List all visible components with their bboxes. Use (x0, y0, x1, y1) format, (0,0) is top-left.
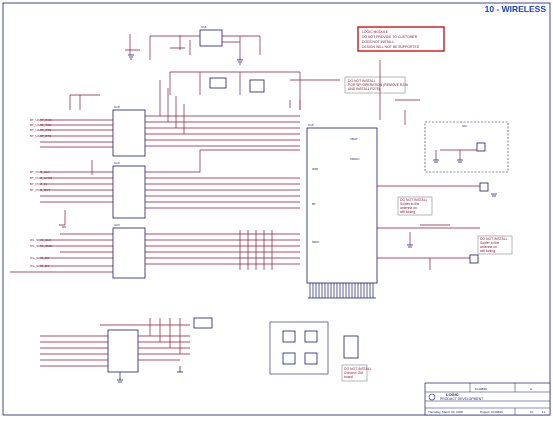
ldo-ref: U16 (201, 25, 207, 29)
svg-text:U15: U15 (308, 123, 314, 127)
svg-text:Thursday, March 20, 2008: Thursday, March 20, 2008 (428, 410, 463, 414)
svg-text:WIFI: WIFI (312, 167, 318, 171)
svg-text:BT_UART_RXD: BT_UART_RXD (30, 118, 52, 122)
buffer-chip-3: U20 (112, 223, 146, 279)
svg-text:BT_UART_RTS: BT_UART_RTS (30, 134, 51, 138)
svg-text:BT_PCM_CLK: BT_PCM_CLK (30, 170, 50, 174)
svg-text:BT_PCM_OUT: BT_PCM_OUT (30, 188, 50, 192)
svg-text:SM: SM (462, 124, 467, 128)
svg-text:WL_SDIO_CLK: WL_SDIO_CLK (30, 238, 51, 242)
bus-wires (145, 80, 300, 270)
dept-name: PRODUCT DEVELOPMENT (440, 397, 483, 401)
left-nets (10, 94, 113, 273)
title-block: LOGIC PRODUCT DEVELOPMENT 1019890 A Thur… (424, 382, 551, 416)
schematic-canvas: 10 - WIRELESS U16 LOGIC MODULE DO NOT PR… (2, 2, 551, 416)
svg-text:DOES NOT INSTALL: DOES NOT INSTALL (362, 40, 394, 44)
svg-text:wifi tuning: wifi tuning (480, 249, 495, 253)
svg-text:DO NOT PROVIDE TO CUSTOMER: DO NOT PROVIDE TO CUSTOMER (362, 35, 418, 39)
note-bottom: DO NOT INSTALL Connect OM board (341, 364, 372, 382)
svg-text:U19: U19 (114, 161, 120, 165)
svg-text:BT_UART_TXD: BT_UART_TXD (30, 123, 52, 127)
svg-text:A: A (530, 387, 532, 391)
svg-text:BT_PCM_IN: BT_PCM_IN (30, 182, 47, 186)
svg-text:WL_SDIO_D0: WL_SDIO_D0 (30, 256, 49, 260)
power-section: U16 (125, 25, 261, 65)
note-top-right: DO NOT INSTALL FOR SPI OPERATION (REMOVE… (344, 76, 408, 94)
callout-red: LOGIC MODULE DO NOT PROVIDE TO CUSTOMER … (357, 26, 445, 52)
svg-text:VDDIO: VDDIO (350, 157, 360, 161)
svg-text:WL_SDIO_CMD: WL_SDIO_CMD (30, 244, 53, 248)
svg-text:10: 10 (530, 410, 534, 414)
antenna-box (424, 121, 509, 173)
svg-text:BT_PCM_SYNC: BT_PCM_SYNC (30, 176, 53, 180)
sheet-border (2, 2, 551, 416)
svg-text:wifi tuning: wifi tuning (400, 210, 415, 214)
svg-text:VBAT: VBAT (350, 137, 358, 141)
buffer-chip-2: U19 (112, 161, 146, 219)
svg-text:1019890: 1019890 (475, 387, 487, 391)
svg-text:11: 11 (542, 410, 545, 414)
svg-text:U18: U18 (114, 105, 120, 109)
left-net-labels: BT_UART_RXD BT_UART_TXD BT_UART_CTS BT_U… (30, 118, 53, 268)
bottom-left-chip (40, 317, 213, 383)
page-title: 10 - WIRELESS (485, 4, 547, 14)
svg-text:U20: U20 (114, 223, 120, 227)
svg-text:WL_SDIO_D1: WL_SDIO_D1 (30, 264, 49, 268)
buffer-chip-1: U18 (112, 105, 146, 157)
svg-text:SDIO: SDIO (312, 240, 320, 244)
svg-text:LOGIC MODULE: LOGIC MODULE (362, 30, 389, 34)
svg-text:board: board (344, 375, 353, 379)
svg-text:DESIGN WILL NOT BE SUPPORTED: DESIGN WILL NOT BE SUPPORTED (362, 45, 420, 49)
svg-text:BT: BT (312, 202, 316, 206)
note-mid-right-a: DO NOT INSTALL Solder to the antenna on … (397, 196, 433, 216)
note-mid-right-b: DO NOT INSTALL Solder to the antenna on … (477, 235, 513, 255)
svg-text:BT_UART_CTS: BT_UART_CTS (30, 128, 51, 132)
svg-text:Project: 1019890: Project: 1019890 (480, 410, 503, 414)
main-module: U15 WIFI BT SDIO VBAT VDDIO (306, 123, 378, 299)
svg-text:AND INSTALL R275): AND INSTALL R275) (348, 87, 380, 91)
